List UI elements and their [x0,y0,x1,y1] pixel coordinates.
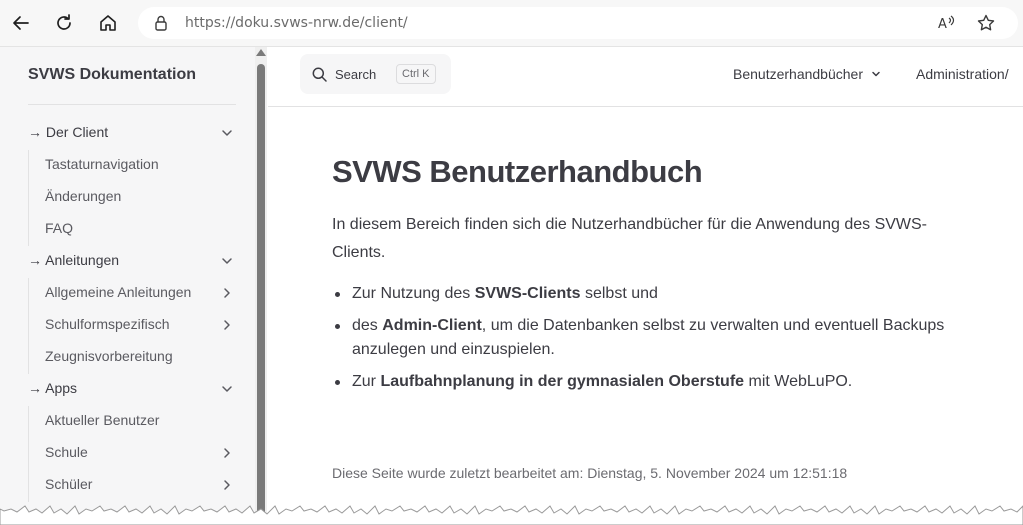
chevron-down-icon[interactable] [220,126,234,140]
sidebar-item[interactable]: Schulformspezifisch [45,316,170,332]
reload-button[interactable] [49,8,79,38]
arrow-left-icon [13,16,29,30]
sidebar-group-line [28,278,29,374]
intro-paragraph: In diesem Bereich finden sich die Nutzer… [332,216,928,261]
list-item-text: selbst und [580,285,658,302]
list-item-text: Zur [352,373,381,390]
lock-icon [155,15,167,31]
search-button[interactable]: Search Ctrl K [300,54,451,94]
chevron-down-icon[interactable] [220,382,234,396]
scrollbar-thumb[interactable] [257,64,265,519]
list-item: des Admin-Client, um die Datenbanken sel… [332,314,972,362]
url-path: /client/ [359,15,408,31]
list-item-bold: Admin-Client [382,317,482,334]
nav-handbooks-menu[interactable]: Benutzerhandbücher [733,66,881,82]
sidebar: SVWS Dokumentation → Der Client Tastaturn… [0,47,255,525]
sidebar-section[interactable]: → Der Client [28,124,108,140]
scroll-up-icon[interactable] [256,49,266,56]
list-item-bold: Laufbahnplanung in der gymnasialen Obers… [380,373,745,390]
svg-text:A: A [938,17,947,32]
torn-edge-decoration [0,505,1023,525]
chevron-right-icon[interactable] [220,318,234,332]
site-title[interactable]: SVWS Dokumentation [28,66,196,84]
home-button[interactable] [93,8,123,38]
last-edited-info: Diese Seite wurde zuletzt bearbeitet am:… [332,465,848,481]
sidebar-item[interactable]: Tastaturnavigation [45,156,159,172]
url-host: https://doku.svws-nrw.de [185,15,360,31]
search-label: Search [335,67,377,82]
list-item-bold: SVWS-Clients [474,285,581,302]
home-icon [100,15,116,31]
chevron-down-icon [872,71,880,77]
chevron-right-icon[interactable] [220,478,234,492]
reload-icon [57,14,71,30]
page-title: SVWS Benutzerhandbuch [332,154,703,189]
read-aloud-icon[interactable]: A [936,13,956,33]
list-item-text: Zur Nutzung des [352,285,475,302]
address-bar[interactable]: https://doku.svws-nrw.de/client/ A [138,7,1018,39]
nav-handbooks-label: Benutzerhandbücher [733,66,863,82]
list-item-text: mit WebLuPO. [744,373,853,390]
sidebar-section[interactable]: → Apps [28,380,77,396]
star-favorite-icon[interactable] [976,13,996,33]
list-item: Zur Nutzung des SVWS-Clients selbst und [332,282,972,306]
search-icon [312,67,327,82]
sidebar-divider [28,104,236,105]
search-shortcut-badge: Ctrl K [396,64,436,84]
sidebar-item[interactable]: Schüler [45,476,92,492]
back-button[interactable] [6,8,36,38]
sidebar-item[interactable]: Aktueller Benutzer [45,412,159,428]
sidebar-item[interactable]: Allgemeine Anleitungen [45,284,191,300]
list-item: Zur Laufbahnplanung in der gymnasialen O… [332,370,972,394]
feature-list: Zur Nutzung des SVWS-Clients selbst und … [332,282,972,402]
browser-toolbar: https://doku.svws-nrw.de/client/ A [0,0,1023,47]
list-item-text: des [352,317,383,334]
sidebar-item[interactable]: FAQ [45,220,73,236]
sidebar-section[interactable]: → Anleitungen [28,252,119,268]
sidebar-item[interactable]: Zeugnisvorbereitung [45,348,173,364]
sidebar-item[interactable]: Schule [45,444,88,460]
header-divider [268,106,1023,107]
url-text: https://doku.svws-nrw.de/client/ [185,15,408,31]
chevron-right-icon[interactable] [220,446,234,460]
chevron-down-icon[interactable] [220,254,234,268]
sidebar-item[interactable]: Änderungen [45,188,121,204]
sidebar-group-line [28,406,29,502]
nav-admin-link[interactable]: Administration/ [916,66,1009,82]
sidebar-group-line [28,150,29,246]
chevron-right-icon[interactable] [220,286,234,300]
